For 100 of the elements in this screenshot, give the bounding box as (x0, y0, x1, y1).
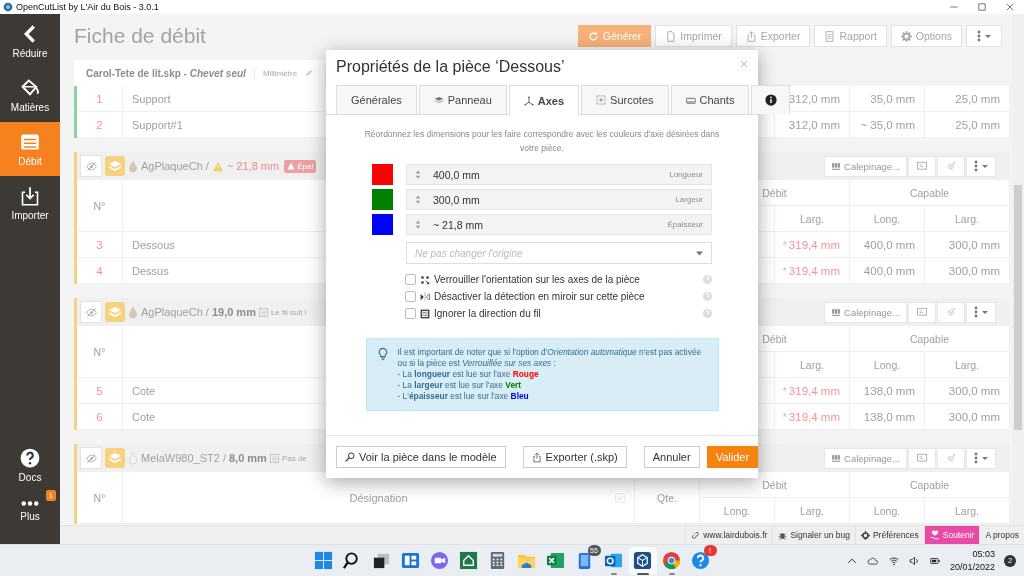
sidebar-item[interactable]: Réduire (0, 14, 60, 68)
notification-badge: 1 (45, 490, 56, 501)
more-menu-button[interactable] (966, 447, 996, 469)
dimension-value: 138,0 mm (863, 384, 915, 397)
material-name: AgPlaqueCh / (141, 160, 209, 172)
bug-icon (778, 530, 788, 540)
dialog-button[interactable]: Voir la pièce dans le modèle (336, 446, 506, 468)
dimension-value: * 319,4 mm (782, 238, 840, 251)
tab[interactable]: Axes (508, 85, 580, 115)
column-header: Capable (850, 180, 1010, 206)
column-header: Long. (700, 498, 775, 524)
wifi-icon[interactable] (887, 555, 900, 566)
dimension-value: 300,0 mm (948, 238, 1000, 251)
checkbox[interactable] (405, 274, 416, 285)
kebab-caret-icon (973, 160, 989, 172)
chat-icon (430, 551, 449, 570)
link-icon (691, 530, 701, 540)
cubes-icon (945, 161, 957, 171)
option-label: Désactiver la détection en miroir sur cette pièce (434, 291, 645, 302)
layout-icon (831, 307, 841, 317)
eye-slash-icon (85, 160, 97, 172)
more-menu-button[interactable] (966, 155, 996, 177)
column-header: Larg. (775, 206, 850, 232)
dimension-value: 400,0 mm (863, 264, 915, 277)
edge-banding-icon (685, 95, 696, 105)
clock-time: 05:03 (972, 547, 995, 561)
start-icon (314, 551, 333, 570)
label-button[interactable] (908, 301, 936, 323)
tab[interactable]: Chants (670, 85, 750, 114)
page-title: Fiche de débit (74, 24, 206, 48)
label-icon (916, 307, 928, 317)
dimension-value: 25,0 mm (955, 118, 1000, 131)
column-header: Larg. (925, 352, 1010, 378)
sort-icon (415, 195, 421, 204)
sheet-material-icon (105, 156, 125, 176)
label-button[interactable] (908, 447, 936, 469)
cloud-icon[interactable] (865, 555, 879, 566)
eye-slash-icon (85, 452, 97, 464)
house-icon (459, 551, 478, 570)
tab[interactable]: Générales (336, 85, 417, 114)
dimension-value: 25,0 mm (955, 92, 1000, 105)
speaker-icon[interactable] (908, 555, 920, 566)
column-header: Capable (850, 326, 1010, 352)
cubes-icon (945, 307, 957, 317)
sheet-material-icon (105, 448, 125, 468)
close-icon[interactable] (1005, 2, 1015, 12)
browser-icon (662, 551, 681, 570)
kebab-caret-icon (976, 30, 992, 42)
widgets-icon (401, 551, 420, 570)
column-header: Larg. (925, 206, 1010, 232)
dialog-title: Propriétés de la pièce ‘Dessous’ (336, 58, 565, 76)
task-view-icon (372, 551, 391, 570)
column-header: Long. (850, 206, 925, 232)
material-thickness: 8,0 mm (229, 452, 267, 464)
scrollbar[interactable] (1012, 14, 1024, 525)
file-tab[interactable]: Carol-Tete de lit.skp - Chevet seul Millimètre (74, 60, 326, 86)
taskbar-button[interactable] (628, 546, 657, 575)
sidebar-item[interactable]: Importer (0, 176, 60, 230)
column-header: Larg. (775, 498, 850, 524)
checkbox[interactable] (405, 291, 416, 302)
orientation-icon (420, 274, 430, 285)
spreadsheet-icon (546, 551, 565, 570)
dimension-value: * 319,4 mm (782, 410, 840, 423)
material-note: Pas de (281, 453, 307, 463)
clock[interactable]: 05:03 20/01/2022 (949, 547, 995, 574)
sidebar-item[interactable]: Plus 1 (0, 488, 60, 534)
material-thickness: ~ 21,8 mm (226, 160, 280, 172)
tab[interactable]: Surcotes (581, 85, 669, 114)
footer-link[interactable]: Soutenir (923, 526, 980, 544)
sidebar-item[interactable]: Matières (0, 68, 60, 122)
help-icon (691, 551, 710, 570)
close-icon[interactable] (740, 60, 748, 68)
layout-icon (831, 161, 841, 171)
column-header: Capable (850, 472, 1010, 498)
visibility-button[interactable] (80, 301, 102, 323)
tab[interactable]: Panneau (418, 85, 507, 114)
battery-icon[interactable] (928, 555, 941, 566)
checkbox[interactable] (405, 308, 416, 319)
visibility-button[interactable] (80, 447, 102, 469)
dimension-field[interactable]: 400,0 mm Longueur (406, 164, 712, 185)
window-title: OpenCutList by L'Air du Bois - 3.0.1 (16, 2, 159, 12)
more-menu-button[interactable] (966, 301, 996, 323)
sidebar-item[interactable]: Docs (0, 442, 60, 488)
export-icon (531, 451, 542, 463)
cubes-icon (945, 453, 957, 463)
label-button[interactable] (908, 155, 936, 177)
dimension-field[interactable]: ~ 21,8 mm Épaisseur (406, 214, 712, 235)
dimension-field[interactable]: 300,0 mm Largeur (406, 189, 712, 210)
material-name: MelaW980_ST2 / (141, 452, 226, 464)
column-header: N° (77, 180, 123, 232)
more-menu-button[interactable] (966, 25, 1002, 47)
dimension-value: 300,0 mm (948, 384, 1000, 397)
grain-icon (269, 453, 279, 463)
dimension-value: * 319,4 mm (782, 384, 840, 397)
visibility-button[interactable] (80, 155, 102, 177)
maximize-icon[interactable] (977, 2, 987, 12)
info-tab[interactable] (751, 85, 791, 114)
dialog-button[interactable]: Annuler (643, 446, 700, 468)
axis-label: Largeur (675, 195, 703, 204)
dialog-button[interactable]: Exporter (.skp) (522, 446, 627, 468)
